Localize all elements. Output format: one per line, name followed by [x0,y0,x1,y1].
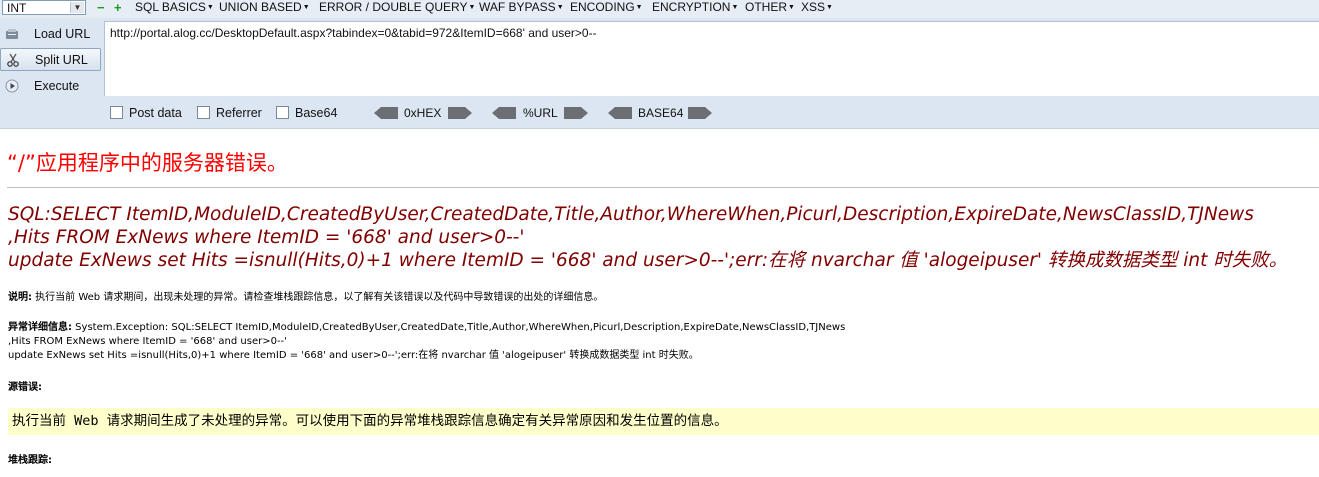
error-message: SQL:SELECT ItemID,ModuleID,CreatedByUser… [8,203,1318,272]
arrow-right-icon [448,107,472,119]
stack-trace-section: 堆栈跟踪: [8,454,52,468]
base64-checkbox[interactable]: Base64 [276,106,337,120]
arrow-left-icon [374,107,398,119]
description-label: 说明: [8,292,32,303]
arrow-right-icon [564,107,588,119]
source-error-label: 源错误: [8,382,42,393]
source-error-section: 源错误: [8,381,42,395]
base64-encode-label: BASE64 [638,106,684,120]
checkbox-box [110,106,123,119]
page-title: “/”应用程序中的服务器错误。 [7,151,288,175]
menu-label: SQL BASICS [135,0,206,14]
menu-label: UNION BASED [219,0,302,14]
menu-label: ENCODING [570,0,635,14]
menu-label: ERROR / DOUBLE QUERY [319,0,468,14]
exception-details: 异常详细信息: System.Exception: SQL:SELECT Ite… [8,321,845,363]
url-encoder[interactable]: %URL [492,105,588,121]
hex-encoder[interactable]: 0xHEX [374,105,472,121]
menu-label: WAF BYPASS [479,0,556,14]
menu-label: OTHER [745,0,787,14]
checkbox-box [197,106,210,119]
description-section: 说明: 执行当前 Web 请求期间，出现未处理的异常。请检查堆栈跟踪信息，以了解… [8,291,603,305]
base64-label: Base64 [295,106,338,120]
menu-waf-bypass[interactable]: WAF BYPASS▼ [479,0,564,15]
menu-encoding[interactable]: ENCODING▼ [570,0,643,15]
divider [7,187,1319,188]
referrer-checkbox[interactable]: Referrer [197,106,262,120]
menu-sql-basics[interactable]: SQL BASICS▼ [135,0,214,15]
hex-label: 0xHEX [404,106,442,120]
execute-button[interactable]: Execute [0,75,101,98]
exception-line-2: ,Hits FROM ExNews where ItemID = '668' a… [8,336,287,347]
post-data-label: Post data [129,106,182,120]
menu-label: ENCRYPTION [652,0,731,14]
menu-other[interactable]: OTHER▼ [745,0,795,15]
arrow-right-icon [688,107,712,119]
referrer-label: Referrer [216,106,262,120]
description-text: 执行当前 Web 请求期间，出现未处理的异常。请检查堆栈跟踪信息，以了解有关该错… [32,292,604,303]
arrow-left-icon [492,107,516,119]
load-url-button[interactable]: Load URL [0,23,101,46]
play-icon [5,79,19,93]
post-data-checkbox[interactable]: Post data [110,106,182,120]
load-url-icon [6,29,18,39]
checkbox-box [276,106,289,119]
url-textarea[interactable]: http://portal.alog.cc/DesktopDefault.asp… [104,21,1319,96]
type-select[interactable]: INT ▼ [2,0,86,15]
scissors-icon [7,53,19,67]
url-encode-label: %URL [523,106,558,120]
execute-label: Execute [34,79,80,93]
menu-union-based[interactable]: UNION BASED▼ [219,0,310,15]
exception-line-3: update ExNews set Hits =isnull(Hits,0)+1… [8,350,699,361]
error-line-3: update ExNews set Hits =isnull(Hits,0)+1… [8,250,1288,271]
arrow-left-icon [608,107,632,119]
source-error-box: 执行当前 Web 请求期间生成了未处理的异常。可以使用下面的异常堆栈跟踪信息确定… [8,408,1319,435]
error-line-1: SQL:SELECT ItemID,ModuleID,CreatedByUser… [8,204,1254,225]
type-select-value: INT [7,1,27,15]
menu-label: XSS [801,0,826,14]
stack-trace-label: 堆栈跟踪: [8,455,52,466]
zoom-out-icon[interactable]: − [97,1,106,14]
url-text: http://portal.alog.cc/DesktopDefault.asp… [110,26,597,40]
menu-encryption[interactable]: ENCRYPTION▼ [652,0,738,15]
error-line-2: ,Hits FROM ExNews where ItemID = '668' a… [8,227,525,248]
hackbar-menu-row: INT ▼ − + SQL BASICS▼ UNION BASED▼ ERROR… [0,0,1319,18]
menu-error-double-query[interactable]: ERROR / DOUBLE QUERY▼ [319,0,475,15]
exception-label: 异常详细信息: [8,322,72,333]
hackbar-toolbar: INT ▼ − + SQL BASICS▼ UNION BASED▼ ERROR… [0,0,1319,129]
menu-xss[interactable]: XSS▼ [801,0,833,15]
load-url-label: Load URL [34,27,91,41]
split-url-label: Split URL [35,53,88,67]
error-page: “/”应用程序中的服务器错误。 SQL:SELECT ItemID,Module… [0,129,1319,477]
split-url-button[interactable]: Split URL [0,48,101,71]
zoom-in-icon[interactable]: + [114,1,123,14]
base64-encoder[interactable]: BASE64 [608,105,712,121]
exception-line-1: System.Exception: SQL:SELECT ItemID,Modu… [72,322,846,333]
chevron-down-icon: ▼ [70,2,84,13]
